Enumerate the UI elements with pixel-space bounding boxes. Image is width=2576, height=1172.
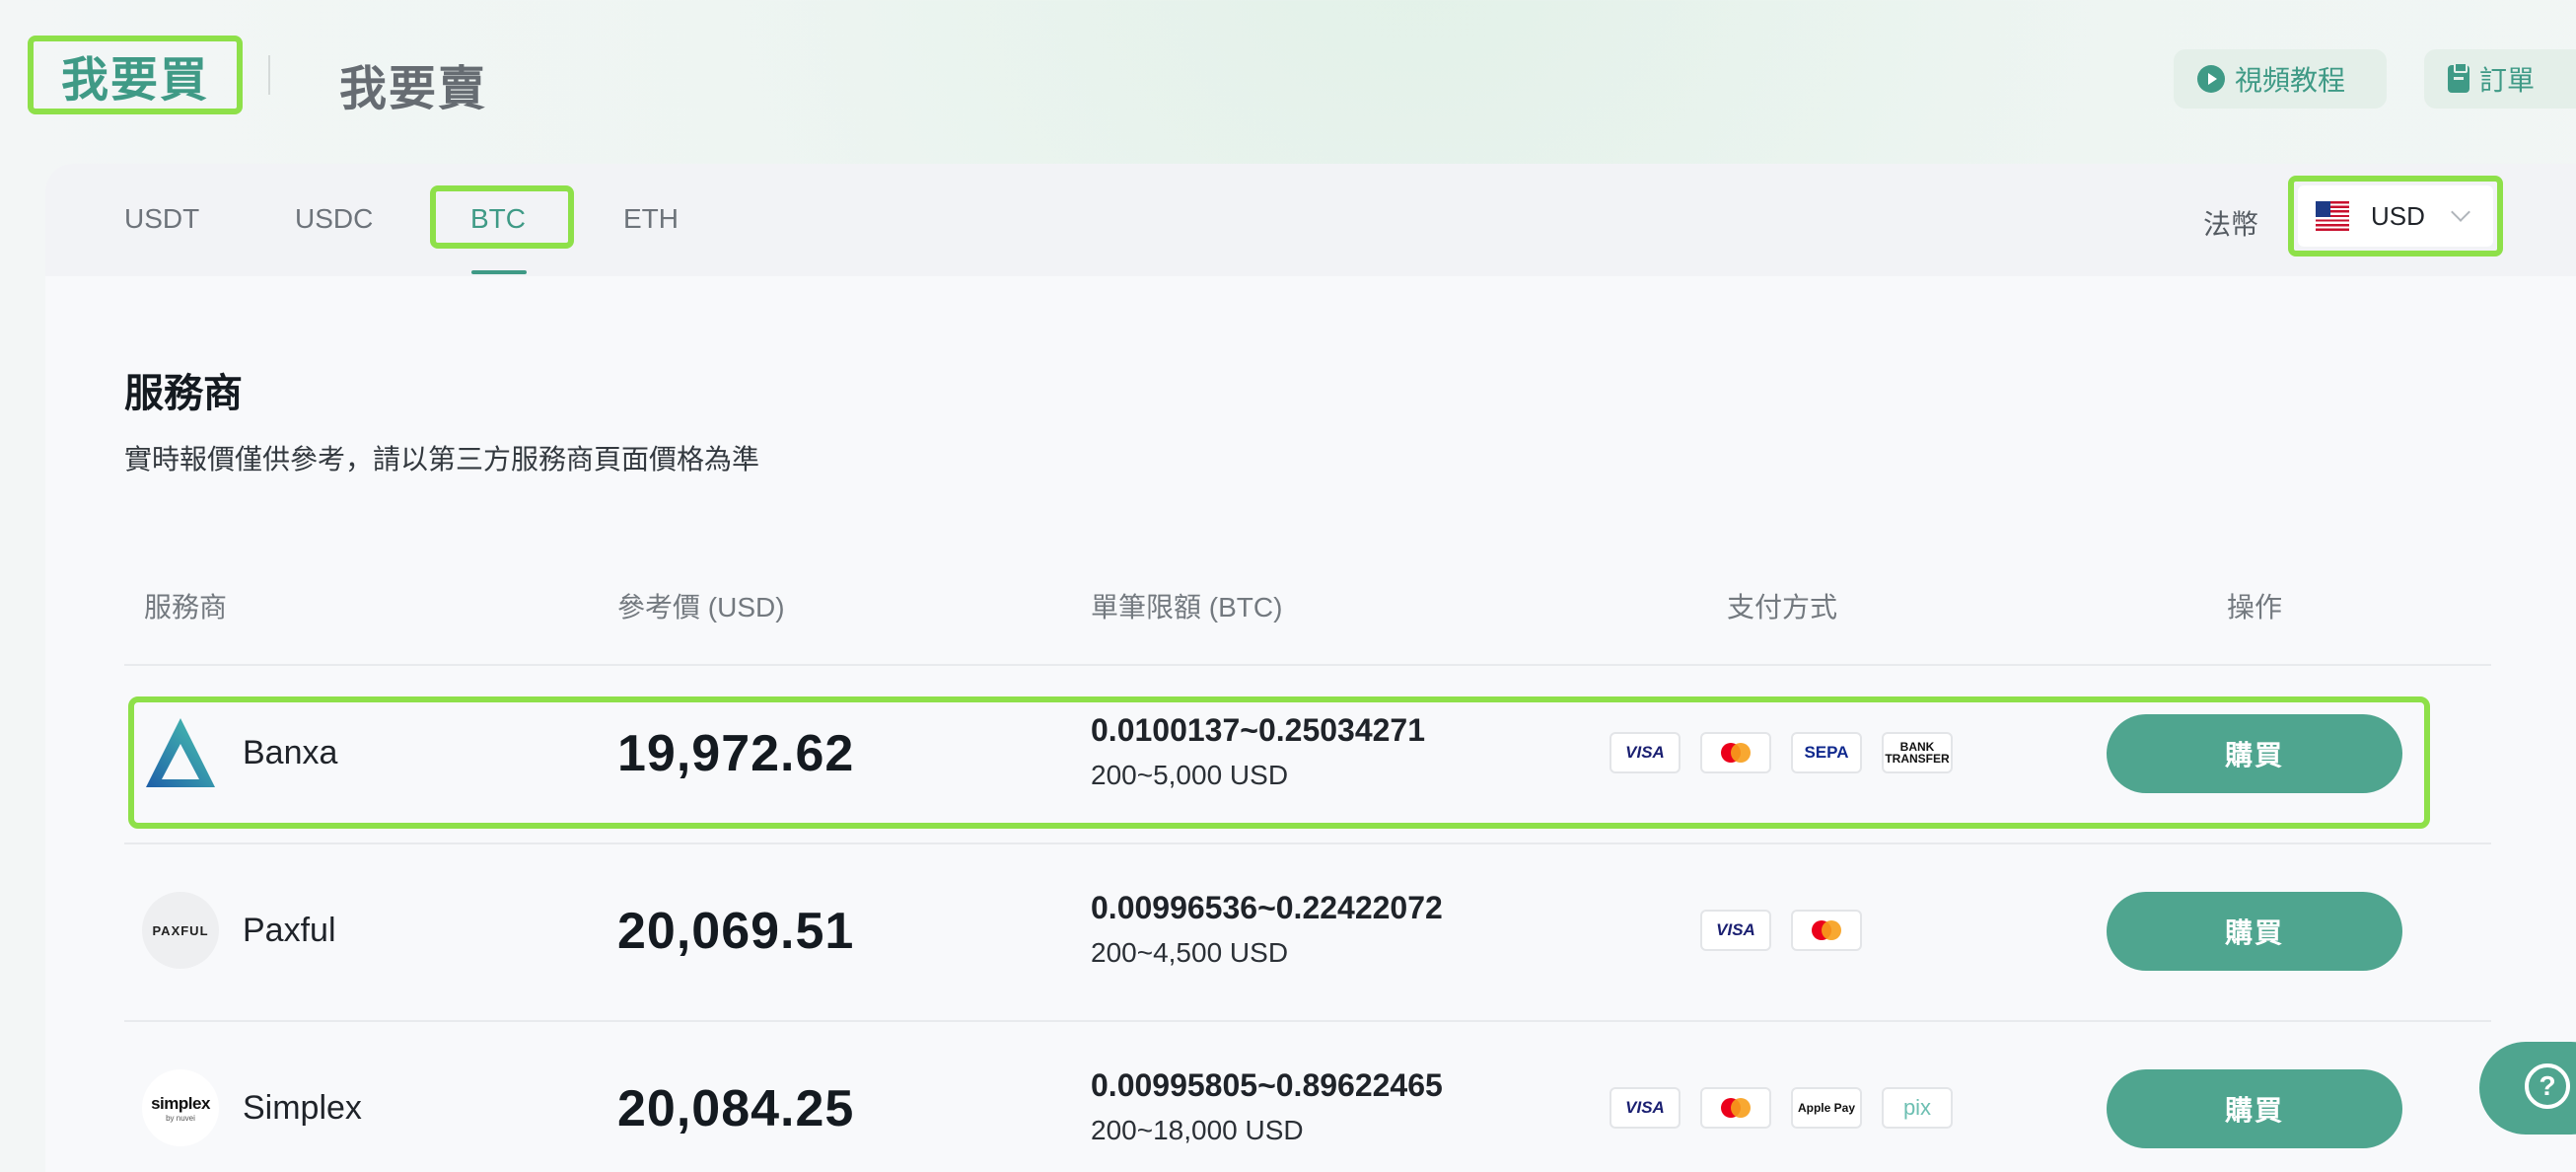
section-title: 服務商 xyxy=(124,372,243,415)
fiat-selected-value: USD xyxy=(2371,200,2425,231)
sell-tab[interactable]: 我要賣 xyxy=(339,49,487,118)
limit-usd: 200~18,000 USD xyxy=(1091,1115,1304,1145)
sepa-icon: SEPA xyxy=(1791,732,1862,773)
active-tab-underline xyxy=(471,270,527,274)
provider-name: Simplex xyxy=(243,1089,362,1127)
fiat-select[interactable]: USD xyxy=(2298,185,2493,247)
section-subtitle: 實時報價僅供參考，請以第三方服務商頁面價格為準 xyxy=(124,444,760,475)
visa-icon: VISA xyxy=(1700,910,1771,951)
top-bar: 我要買 我要賣 視頻教程 訂單 xyxy=(0,0,2576,158)
buy-tab[interactable]: 我要買 xyxy=(28,36,243,114)
divider xyxy=(124,664,2491,666)
paxful-logo: PAXFUL xyxy=(142,892,219,969)
reference-price: 19,972.62 xyxy=(617,725,855,782)
limit-usd: 200~4,500 USD xyxy=(1091,937,1289,968)
orders-label: 訂單 xyxy=(2479,65,2536,96)
column-header-payment: 支付方式 xyxy=(1727,592,1838,623)
column-header-provider: 服務商 xyxy=(144,592,228,623)
chevron-down-icon xyxy=(2451,202,2470,222)
limit-usd: 200~5,000 USD xyxy=(1091,760,1289,790)
us-flag-icon xyxy=(2316,201,2349,231)
coin-tab-strip xyxy=(45,164,2576,276)
visa-icon: VISA xyxy=(1610,732,1681,773)
tab-eth[interactable]: ETH xyxy=(623,203,679,235)
divider xyxy=(124,1020,2491,1022)
mastercard-icon xyxy=(1700,732,1771,773)
column-header-limit: 單筆限額 (BTC) xyxy=(1091,592,1283,623)
orders-button[interactable]: 訂單 xyxy=(2424,49,2576,109)
limit-btc: 0.00996536~0.22422072 xyxy=(1091,890,1443,925)
fiat-label: 法幣 xyxy=(2203,209,2259,240)
buy-button[interactable]: 購買 xyxy=(2107,892,2402,971)
tab-usdt[interactable]: USDT xyxy=(124,203,199,235)
buy-button[interactable]: 購買 xyxy=(2107,714,2402,793)
play-icon xyxy=(2197,65,2225,93)
visa-icon: VISA xyxy=(1610,1087,1681,1129)
pix-icon: pix xyxy=(1882,1087,1953,1129)
simplex-logo-text: simplex xyxy=(151,1093,210,1113)
simplex-logo: simplex by nuvei xyxy=(142,1069,219,1146)
provider-name: Paxful xyxy=(243,912,336,949)
help-button[interactable]: ? xyxy=(2479,1042,2576,1135)
video-tutorial-label: 視頻教程 xyxy=(2235,65,2346,96)
limit-btc: 0.00995805~0.89622465 xyxy=(1091,1067,1443,1103)
column-header-price: 參考價 (USD) xyxy=(617,592,785,623)
question-icon: ? xyxy=(2525,1063,2570,1109)
video-tutorial-button[interactable]: 視頻教程 xyxy=(2174,49,2387,109)
reference-price: 20,069.51 xyxy=(617,903,855,960)
clipboard-icon xyxy=(2448,62,2469,93)
buy-button[interactable]: 購買 xyxy=(2107,1069,2402,1148)
provider-name: Banxa xyxy=(243,734,338,771)
bank-transfer-icon: BANK TRANSFER xyxy=(1882,732,1953,773)
banxa-logo xyxy=(142,714,219,791)
column-header-action: 操作 xyxy=(2227,592,2283,623)
reference-price: 20,084.25 xyxy=(617,1080,855,1137)
mastercard-icon xyxy=(1700,1087,1771,1129)
tab-btc[interactable]: BTC xyxy=(470,203,526,235)
mastercard-icon xyxy=(1791,910,1862,951)
tab-usdc[interactable]: USDC xyxy=(295,203,373,235)
divider xyxy=(124,842,2491,844)
simplex-logo-sub: by nuvei xyxy=(166,1113,195,1123)
apple-pay-icon: Apple Pay xyxy=(1791,1087,1862,1129)
tab-divider xyxy=(268,55,270,95)
limit-btc: 0.0100137~0.25034271 xyxy=(1091,712,1426,748)
